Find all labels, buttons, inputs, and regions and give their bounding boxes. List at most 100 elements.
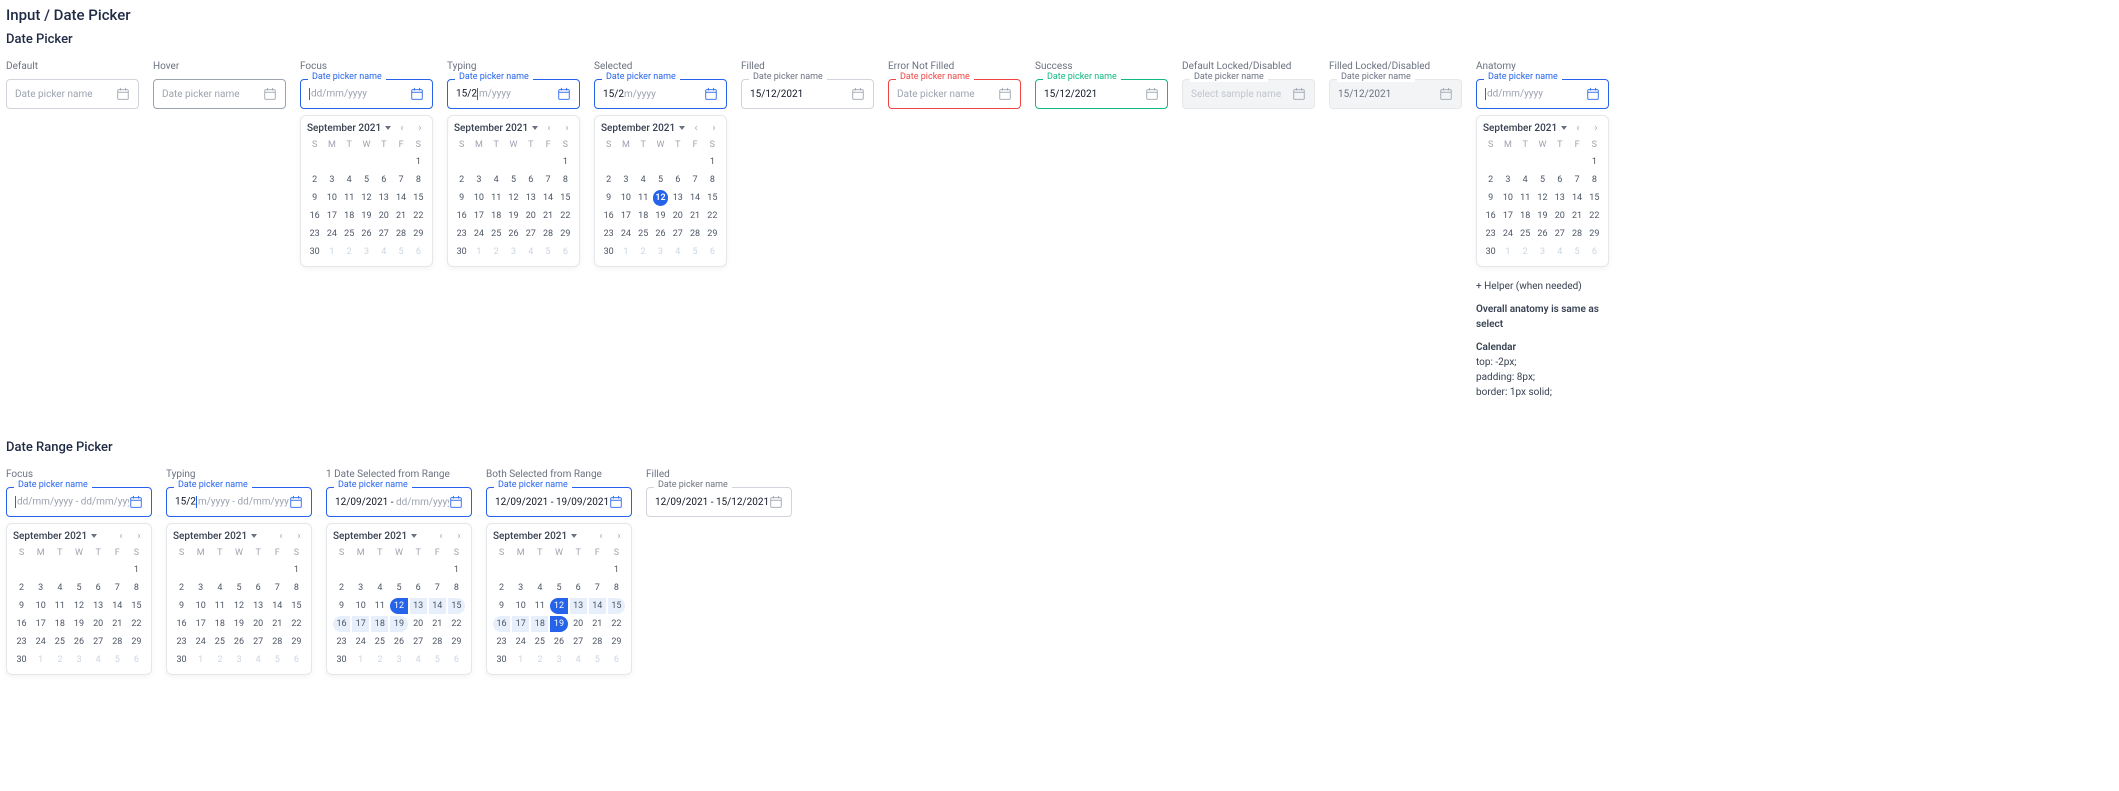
calendar-day[interactable]: 10 [618,190,633,206]
calendar-day[interactable]: 19 [70,616,87,632]
calendar-day[interactable]: 18 [1518,208,1533,224]
calendar-day[interactable]: 21 [687,208,702,224]
calendar-day-next-month[interactable]: 1 [192,652,209,668]
calendar-day-next-month[interactable]: 4 [570,652,587,668]
calendar-day-next-month[interactable]: 3 [550,652,567,668]
calendar-day[interactable]: 3 [352,580,369,596]
calendar-day[interactable]: 10 [471,190,486,206]
calendar-day[interactable]: 12 [359,190,374,206]
calendar-day[interactable]: 8 [608,580,625,596]
datepicker-error[interactable]: Date picker name Date picker name [888,79,1021,109]
calendar-day[interactable]: 10 [192,598,209,614]
datepicker-focus[interactable]: Date picker name dd/mm/yyyy [300,79,433,109]
calendar-day[interactable]: 5 [359,172,374,188]
calendar-day[interactable]: 15 [608,598,625,614]
calendar-day[interactable]: 21 [393,208,408,224]
calendar-day-next-month[interactable]: 2 [51,652,68,668]
datepicker-default[interactable]: Date picker name [6,79,139,109]
calendar-day[interactable]: 3 [471,172,486,188]
calendar-day[interactable]: 13 [570,598,587,614]
calendar-day[interactable]: 27 [250,634,267,650]
calendar-day[interactable]: 20 [523,208,538,224]
calendar-day[interactable]: 1 [558,154,573,170]
calendar-day[interactable]: 7 [269,580,286,596]
calendar-day[interactable]: 3 [1500,172,1515,188]
datepicker-anatomy[interactable]: Date picker name dd/mm/yyyy [1476,79,1609,109]
calendar-day[interactable]: 9 [601,190,616,206]
calendar-day[interactable]: 3 [618,172,633,188]
calendar-day[interactable]: 7 [687,172,702,188]
calendar-day[interactable]: 17 [32,616,49,632]
calendar-day[interactable]: 29 [608,634,625,650]
calendar-day[interactable]: 16 [493,616,510,632]
calendar-day[interactable]: 29 [448,634,465,650]
calendar-day-next-month[interactable]: 3 [390,652,407,668]
calendar-day-next-month[interactable]: 6 [558,244,573,260]
calendar-day-next-month[interactable]: 5 [269,652,286,668]
calendar-day-next-month[interactable]: 3 [70,652,87,668]
calendar-day[interactable]: 19 [390,616,407,632]
calendar-day-next-month[interactable]: 2 [531,652,548,668]
calendar-day[interactable]: 10 [352,598,369,614]
calendar-prev-button[interactable]: ‹ [435,530,447,542]
calendar-day[interactable]: 14 [393,190,408,206]
calendar-day[interactable]: 8 [128,580,145,596]
calendar-day[interactable]: 8 [1587,172,1602,188]
calendar-day[interactable]: 15 [1587,190,1602,206]
calendar-day[interactable]: 15 [128,598,145,614]
calendar-day[interactable]: 18 [489,208,504,224]
calendar-day-next-month[interactable]: 5 [540,244,555,260]
calendar-day[interactable]: 14 [429,598,446,614]
datepicker-success[interactable]: Date picker name 15/12/2021 [1035,79,1168,109]
calendar-day[interactable]: 2 [13,580,30,596]
calendar-day[interactable]: 13 [670,190,685,206]
calendar-day[interactable]: 1 [288,562,305,578]
calendar-day[interactable]: 19 [230,616,247,632]
calendar-day[interactable]: 27 [1552,226,1567,242]
calendar-day[interactable]: 20 [410,616,427,632]
calendar-next-button[interactable]: › [414,122,426,134]
calendar-day[interactable]: 19 [359,208,374,224]
calendar-day-next-month[interactable]: 1 [618,244,633,260]
calendar-day[interactable]: 17 [1500,208,1515,224]
calendar-day-next-month[interactable]: 6 [448,652,465,668]
calendar-day[interactable]: 22 [411,208,426,224]
calendar-day[interactable]: 11 [371,598,388,614]
calendar-day[interactable]: 13 [523,190,538,206]
calendar-day[interactable]: 15 [705,190,720,206]
calendar-day[interactable]: 28 [429,634,446,650]
calendar-day[interactable]: 24 [324,226,339,242]
calendar-day[interactable]: 9 [333,598,350,614]
calendar-day[interactable]: 11 [531,598,548,614]
calendar-day[interactable]: 25 [489,226,504,242]
calendar-day-next-month[interactable]: 3 [653,244,668,260]
calendar-day[interactable]: 25 [342,226,357,242]
calendar-day[interactable]: 26 [230,634,247,650]
calendar-day[interactable]: 2 [1483,172,1498,188]
calendar-day[interactable]: 6 [250,580,267,596]
calendar-day[interactable]: 23 [1483,226,1498,242]
calendar-day-next-month[interactable]: 3 [1535,244,1550,260]
rangepicker-one-selected[interactable]: Date picker name 12/09/2021 - dd/mm/yyyy [326,487,472,517]
calendar-prev-button[interactable]: ‹ [1572,122,1584,134]
calendar-day-next-month[interactable]: 2 [636,244,651,260]
calendar-day[interactable]: 22 [608,616,625,632]
calendar-day[interactable]: 26 [506,226,521,242]
calendar-day[interactable]: 1 [608,562,625,578]
calendar-day[interactable]: 5 [550,580,567,596]
calendar-day[interactable]: 29 [558,226,573,242]
calendar-day-next-month[interactable]: 6 [128,652,145,668]
calendar-day[interactable]: 11 [342,190,357,206]
calendar-day[interactable]: 5 [653,172,668,188]
calendar-day[interactable]: 19 [506,208,521,224]
calendar-day[interactable]: 5 [230,580,247,596]
calendar-day[interactable]: 23 [493,634,510,650]
calendar-day-next-month[interactable]: 5 [589,652,606,668]
calendar-day[interactable]: 30 [1483,244,1498,260]
calendar-day[interactable]: 28 [687,226,702,242]
calendar-day[interactable]: 12 [550,598,567,614]
calendar-day-next-month[interactable]: 5 [109,652,126,668]
calendar-day[interactable]: 12 [506,190,521,206]
calendar-next-button[interactable]: › [453,530,465,542]
calendar-day[interactable]: 28 [1569,226,1584,242]
